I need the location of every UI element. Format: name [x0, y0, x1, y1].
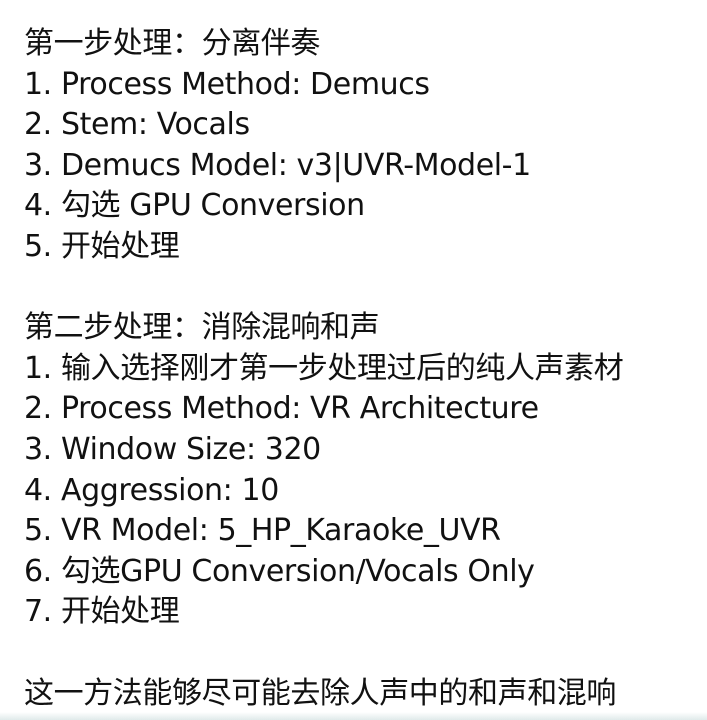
section1-step-2: 2. Stem: Vocals — [24, 107, 250, 143]
instruction-document: 第一步处理：分离伴奏 1. Process Method: Demucs 2. … — [24, 24, 694, 714]
conclusion-text: 这一方法能够尽可能去除人声中的和声和混响 — [24, 675, 616, 711]
section2-heading: 第二步处理：消除混响和声 — [24, 310, 380, 346]
bottom-edge-artifact — [0, 712, 707, 720]
section2-step-5: 5. VR Model: 5_HP_Karaoke_UVR — [24, 513, 501, 549]
section1-step-3: 3. Demucs Model: v3|UVR-Model-1 — [24, 147, 531, 183]
section1-heading: 第一步处理：分离伴奏 — [24, 26, 320, 61]
section2-step-6: 6. 勾选GPU Conversion/Vocals Only — [24, 553, 535, 589]
section1-step-1: 1. Process Method: Demucs — [24, 66, 430, 102]
section1-step-5: 5. 开始处理 — [24, 228, 180, 264]
section2-step-3: 3. Window Size: 320 — [24, 431, 321, 467]
section2-step-1: 1. 输入选择刚才第一步处理过后的纯人声素材 — [24, 350, 624, 386]
section2-step-7: 7. 开始处理 — [24, 594, 180, 630]
section2-step-2: 2. Process Method: VR Architecture — [24, 391, 539, 427]
section1-step-4: 4. 勾选 GPU Conversion — [24, 188, 365, 224]
section2-step-4: 4. Aggression: 10 — [24, 472, 279, 508]
